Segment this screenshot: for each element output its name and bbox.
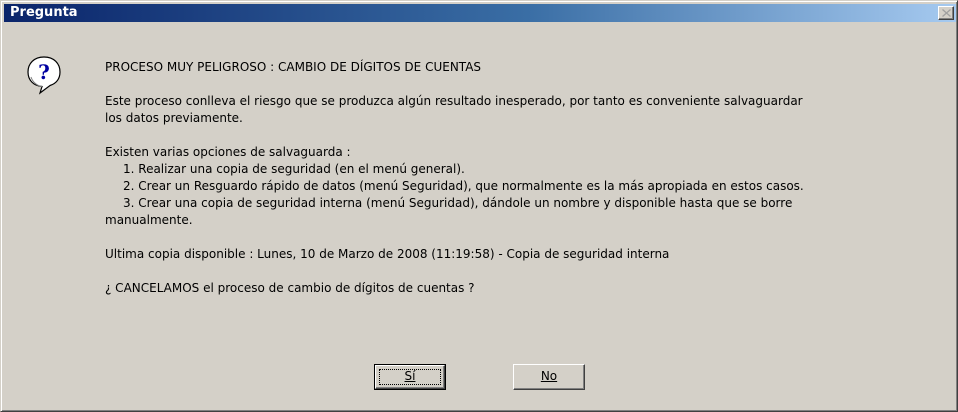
options-title: Existen varias opciones de salvaguarda : [105, 145, 351, 159]
close-icon [942, 9, 951, 17]
message-content: PROCESO MUY PELIGROSO : CAMBIO DE DÍGITO… [105, 59, 955, 297]
message-heading: PROCESO MUY PELIGROSO : CAMBIO DE DÍGITO… [105, 60, 482, 74]
dialog-window: Pregunta ? PROCESO MUY PELIGROSO : CAMBI… [0, 0, 958, 412]
option-3-line2: manualmente. [105, 213, 193, 227]
close-button[interactable] [938, 6, 954, 20]
confirm-question: ¿ CANCELAMOS el proceso de cambio de díg… [105, 281, 475, 295]
no-button-label: No [540, 369, 558, 383]
intro-text-line1: Este proceso conlleva el riesgo que se p… [105, 94, 803, 108]
svg-text:?: ? [38, 60, 50, 84]
no-button[interactable]: No [513, 364, 585, 390]
option-3-line1: 3. Crear una copia de seguridad interna … [123, 196, 793, 210]
last-copy-info: Ultima copia disponible : Lunes, 10 de M… [105, 247, 670, 261]
option-2: 2. Crear un Resguardo rápido de datos (m… [123, 179, 804, 193]
title-bar[interactable]: Pregunta [4, 4, 956, 22]
window-title: Pregunta [10, 5, 78, 20]
option-1: 1. Realizar una copia de seguridad (en e… [123, 162, 465, 176]
intro-text-line2: los datos previamente. [105, 111, 243, 125]
yes-button-label: Sí [404, 369, 416, 383]
question-balloon-icon: ? [27, 56, 61, 95]
yes-button[interactable]: Sí [374, 364, 446, 390]
